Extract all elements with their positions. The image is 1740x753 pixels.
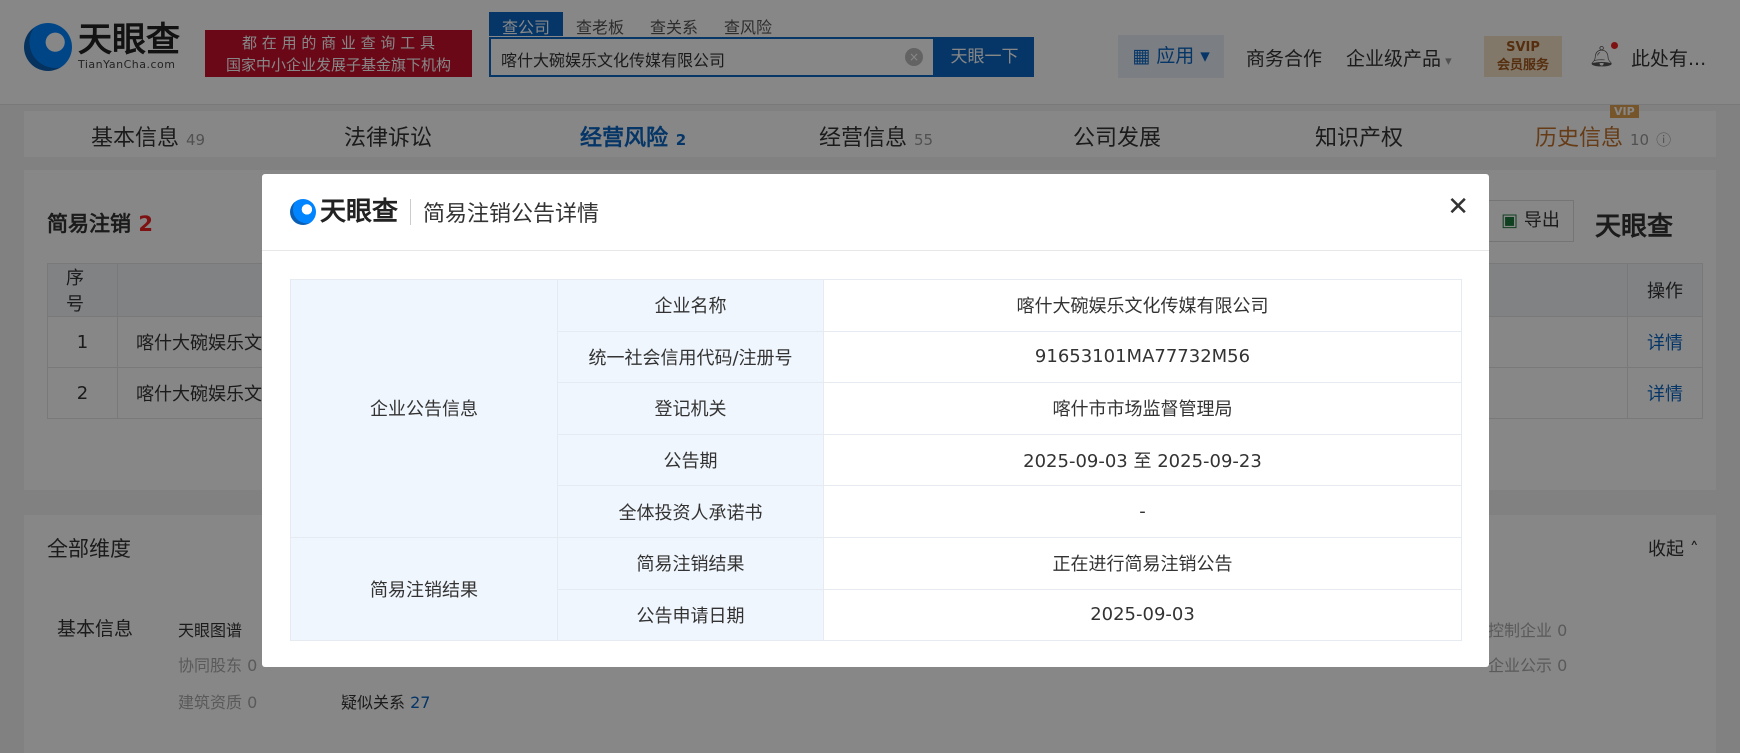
- table-row: 简易注销结果 简易注销结果 正在进行简易注销公告: [290, 536, 1462, 642]
- field-label: 登记机关: [557, 382, 824, 435]
- field-label: 简易注销结果: [557, 536, 824, 590]
- detail-table: 企业公告信息 企业名称 喀什大碗娱乐文化传媒有限公司 统一社会信用代码/注册号 916…: [290, 279, 1462, 642]
- field-label: 统一社会信用代码/注册号: [557, 330, 824, 384]
- field-label: 公告期: [557, 433, 824, 487]
- modal-logo: 天眼查: [290, 197, 412, 227]
- modal-logo-text: 天眼查: [320, 197, 399, 227]
- modal-title: 简易注销公告详情: [423, 202, 600, 227]
- field-value: 2025-09-03: [823, 588, 1462, 642]
- logo-icon: [290, 199, 316, 225]
- table-row: 企业公告信息 企业名称 喀什大碗娱乐文化传媒有限公司: [290, 279, 1462, 538]
- field-value: 喀什大碗娱乐文化传媒有限公司: [823, 279, 1462, 332]
- close-icon[interactable]: ✕: [1447, 192, 1469, 222]
- field-value: 正在进行简易注销公告: [823, 536, 1462, 590]
- group-label: 简易注销结果: [290, 536, 558, 642]
- field-label: 全体投资人承诺书: [557, 485, 824, 538]
- field-value: 91653101MA77732M56: [823, 330, 1462, 384]
- detail-modal: 天眼查 简易注销公告详情 ✕ 企业公告信息 企业名称 喀什大碗娱乐文化传媒有限公司 …: [262, 174, 1489, 667]
- field-value: 2025-09-03 至 2025-09-23: [823, 433, 1462, 487]
- modal-header: 天眼查 简易注销公告详情: [262, 174, 1489, 251]
- field-label: 公告申请日期: [557, 588, 824, 642]
- field-value: -: [823, 485, 1462, 538]
- field-label: 企业名称: [557, 279, 824, 332]
- field-value: 喀什市市场监督管理局: [823, 382, 1462, 435]
- group-label: 企业公告信息: [290, 279, 558, 538]
